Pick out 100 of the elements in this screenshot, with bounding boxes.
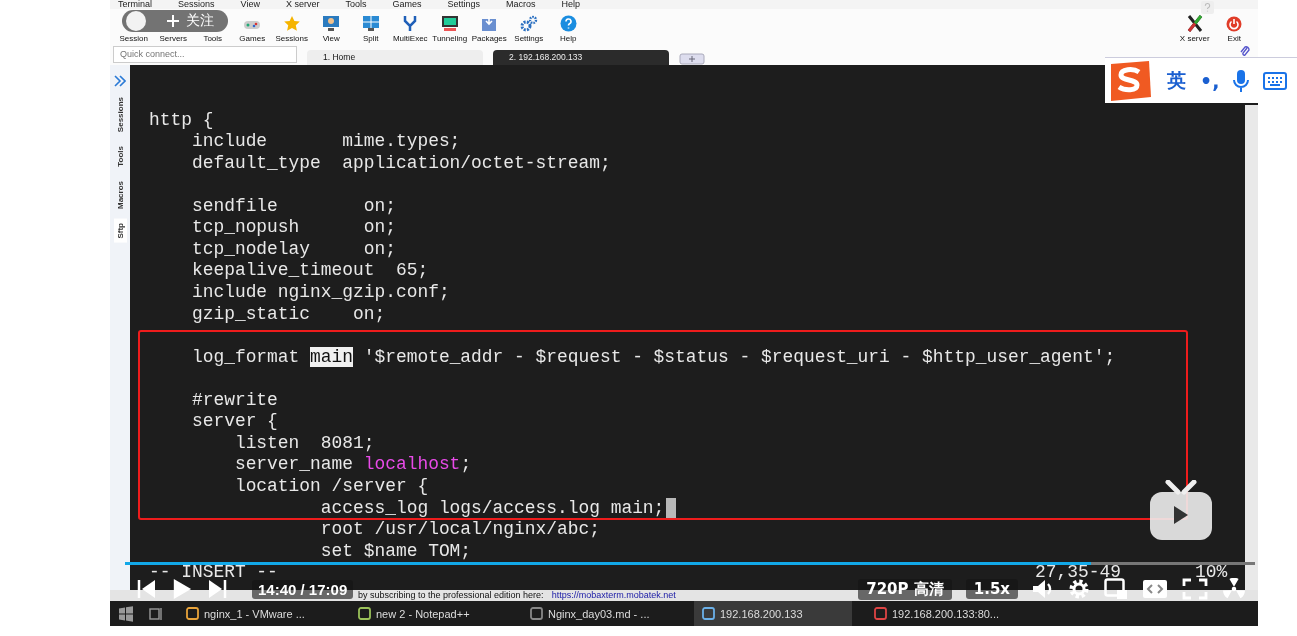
cursor-position: 27,35-49 <box>1035 562 1121 583</box>
play-icon[interactable] <box>172 578 192 600</box>
settings-icon[interactable] <box>1068 578 1090 600</box>
code-text: include mime.types; <box>190 131 461 152</box>
code-text: gzip_static on; <box>190 303 386 324</box>
speed-button[interactable]: 1.5x <box>965 579 1018 599</box>
session-tab[interactable]: 2. 192.168.200.133 <box>493 49 669 65</box>
code-text: set $name TOM; <box>319 540 472 561</box>
toolbar-button[interactable]: Split <box>351 14 391 43</box>
radiation-icon[interactable] <box>1222 578 1246 600</box>
app-icon <box>874 607 887 620</box>
status-text: by subscribing to the professional edition here: <box>358 590 544 601</box>
menu-item[interactable]: View <box>240 0 260 9</box>
fork-icon <box>402 14 419 32</box>
fullscreen-icon[interactable] <box>1182 578 1208 600</box>
follow-button[interactable]: 关注 <box>122 10 228 32</box>
app-icon <box>186 607 199 620</box>
code-text: ; <box>460 454 472 475</box>
sidebar-tab[interactable]: Macros <box>113 176 127 213</box>
taskbar-label: 192.168.200.133 <box>720 607 803 620</box>
toolbar-button[interactable]: View <box>311 14 351 43</box>
toolbar-button[interactable]: Servers <box>153 33 193 43</box>
menu-item[interactable]: Macros <box>506 0 536 9</box>
code-text: include nginx_gzip.conf; <box>190 282 450 303</box>
taskbar-item[interactable]: nginx_1 - VMware ... <box>178 601 336 626</box>
menu-item[interactable]: Settings <box>447 0 480 9</box>
website-link[interactable]: https://mobaxterm.mobatek.net <box>551 590 676 601</box>
code-text: server_name <box>233 454 354 475</box>
next-icon[interactable] <box>206 578 228 600</box>
task-view-icon[interactable] <box>148 605 164 622</box>
menu-item[interactable]: Terminal <box>118 0 152 9</box>
punctuation-toggle[interactable]: •, <box>1200 69 1220 92</box>
microphone-icon[interactable] <box>1233 68 1250 93</box>
plus-icon <box>166 14 180 28</box>
app-icon <box>530 607 543 620</box>
code-text: access_log logs/access.log main; <box>319 497 665 518</box>
help-icon <box>559 14 577 32</box>
taskbar-item[interactable]: new 2 - Notepad++ <box>350 601 508 626</box>
menu-item[interactable]: Tools <box>345 0 367 9</box>
toolbar-button[interactable]: Sessions <box>272 14 312 43</box>
taskbar-item[interactable]: 192.168.200.133:80... <box>866 601 1024 626</box>
menu-item[interactable]: Games <box>392 0 422 9</box>
screen-icon <box>440 14 459 32</box>
code-text: main <box>310 346 353 367</box>
scroll-percent: 10% <box>1195 562 1228 583</box>
paperclip-icon[interactable] <box>1240 44 1250 57</box>
sidebar-tab[interactable]: Tools <box>113 142 127 171</box>
taskbar-label: 192.168.200.133:80... <box>892 607 1000 620</box>
x-icon <box>1186 14 1203 32</box>
taskbar-item[interactable]: Nginx_day03.md - ... <box>522 601 680 626</box>
code-text: server { <box>190 411 278 432</box>
star-icon <box>282 14 301 32</box>
session-tab[interactable]: 1. Home <box>307 49 483 65</box>
previous-icon[interactable] <box>136 578 158 600</box>
sidebar-tab[interactable]: Sessions <box>113 92 127 137</box>
toolbar-button[interactable]: Exit <box>1214 14 1254 43</box>
toolbar-button[interactable]: MultiExec <box>390 14 430 43</box>
code-text: default_type application/octet-stream; <box>190 152 611 173</box>
toolbar-button[interactable]: Packages <box>469 14 509 43</box>
volume-icon[interactable] <box>1032 579 1054 599</box>
gear-icon <box>519 14 538 32</box>
code-text: tcp_nopush on; <box>190 217 396 238</box>
quality-button[interactable]: 720P 高清 <box>858 578 952 600</box>
menu-item[interactable]: X server <box>285 0 320 9</box>
toolbar-button[interactable]: Help <box>548 14 588 43</box>
toolbar-button[interactable]: Session <box>114 33 154 43</box>
code-text: #rewrite <box>190 389 278 410</box>
code-text: http { <box>149 109 214 130</box>
expand-icon[interactable] <box>114 74 126 87</box>
scrollbar[interactable] <box>1245 104 1258 590</box>
power-icon <box>1226 14 1243 32</box>
code-text: listen 8081; <box>233 432 375 453</box>
monitor-icon <box>322 14 341 32</box>
code-text: root /usr/local/nginx/abc; <box>319 519 600 540</box>
tv-icon <box>1148 480 1214 542</box>
sidebar-tab[interactable]: Sftp <box>113 218 127 243</box>
picture-in-picture-icon[interactable] <box>1104 578 1128 600</box>
code-text: tcp_nodelay on; <box>190 238 396 259</box>
playback-time: 14:40 / 17:09 <box>252 579 354 599</box>
toolbar-button[interactable]: Tools <box>193 33 233 43</box>
menu-item[interactable]: Sessions <box>178 0 215 9</box>
toolbar-button[interactable]: X server <box>1175 14 1215 43</box>
keyboard-icon[interactable] <box>1263 71 1288 90</box>
code-text: log_format <box>190 346 301 367</box>
taskbar-item[interactable]: 192.168.200.133 <box>694 601 852 626</box>
taskbar-label: new 2 - Notepad++ <box>376 607 470 620</box>
input-mode[interactable]: 英 <box>1167 67 1186 94</box>
windows-icon[interactable] <box>118 605 134 622</box>
toolbar-button[interactable]: Tunneling <box>430 14 470 43</box>
widescreen-icon[interactable] <box>1142 579 1168 599</box>
grid-icon <box>361 14 380 32</box>
menu-item[interactable]: Help <box>561 0 580 9</box>
taskbar-label: nginx_1 - VMware ... <box>204 607 305 620</box>
code-text: keepalive_timeout 65; <box>190 260 429 281</box>
taskbar-label: Nginx_day03.md - ... <box>548 607 650 620</box>
toolbar-button[interactable]: Settings <box>509 14 549 43</box>
app-icon <box>358 607 371 620</box>
toolbar-button[interactable]: Games <box>232 15 272 43</box>
quick-connect-field[interactable]: Quick connect... <box>113 45 297 63</box>
code-text: '$remote_addr - $request - $status - $request_uri - $http_user_agent'; <box>362 346 1116 367</box>
